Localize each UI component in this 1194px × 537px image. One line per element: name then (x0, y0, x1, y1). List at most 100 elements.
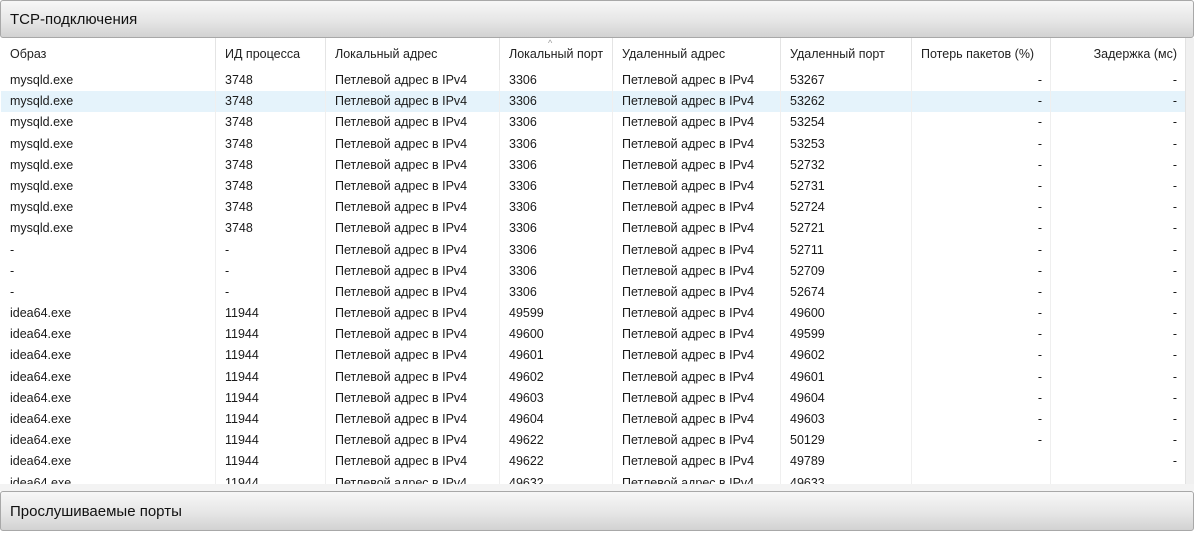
cell-packet-loss: - (912, 239, 1051, 261)
cell-local-port: 49602 (500, 366, 613, 388)
cell-remote-address: Петлевой адрес в IPv4 (613, 472, 781, 484)
table-row[interactable]: idea64.exe 11944 Петлевой адрес в IPv4 4963… (1, 472, 1185, 484)
cell-latency: - (1172, 306, 1177, 321)
table-row[interactable]: idea64.exe 11944 Петлевой адрес в IPv4 4960… (1, 324, 1185, 346)
panel-divider[interactable] (0, 484, 1194, 491)
cell-image: mysqld.exe (1, 218, 216, 240)
cell-local-address: Петлевой адрес в IPv4 (326, 366, 500, 388)
cell-pid: 3748 (216, 133, 326, 155)
table-body: mysqld.exe 3748 Петлевой адрес в IPv4 3306 П… (1, 70, 1185, 484)
cell-local-address: Петлевой адрес в IPv4 (326, 387, 500, 409)
cell-remote-address: Петлевой адрес в IPv4 (613, 175, 781, 198)
cell-local-address: Петлевой адрес в IPv4 (326, 345, 500, 367)
cell-latency (1051, 473, 1185, 484)
table-row[interactable]: mysqld.exe 3748 Петлевой адрес в IPv4 3306 П… (1, 70, 1185, 92)
column-header-pid[interactable]: ИД процесса (216, 38, 326, 70)
cell-local-port: 49604 (500, 409, 613, 431)
cell-local-port: 49601 (500, 345, 613, 367)
cell-image: idea64.exe (1, 451, 216, 473)
column-header-local-port[interactable]: ^ Локальный порт (500, 38, 613, 70)
cell-remote-port: 49604 (781, 387, 912, 409)
cell-packet-loss: - (912, 70, 1051, 92)
cell-remote-port: 52724 (781, 197, 912, 219)
cell-remote-address: Петлевой адрес в IPv4 (613, 303, 781, 325)
cell-packet-loss: - (912, 366, 1051, 388)
cell-latency: - (1172, 369, 1177, 384)
cell-latency: - (1172, 348, 1177, 363)
cell-remote-port: 53262 (781, 91, 912, 113)
cell-local-address: Петлевой адрес в IPv4 (326, 239, 500, 261)
table-row[interactable]: idea64.exe 11944 Петлевой адрес в IPv4 4960… (1, 345, 1185, 367)
cell-pid: 3748 (216, 112, 326, 134)
table-row[interactable]: mysqld.exe 3748 Петлевой адрес в IPv4 3306 П… (1, 154, 1185, 176)
table-row[interactable]: idea64.exe 11944 Петлевой адрес в IPv4 4962… (1, 451, 1185, 473)
cell-local-port: 3306 (500, 70, 613, 92)
table-row[interactable]: idea64.exe 11944 Петлевой адрес в IPv4 4960… (1, 387, 1185, 409)
table-row[interactable]: idea64.exe 11944 Петлевой адрес в IPv4 4959… (1, 303, 1185, 325)
cell-remote-port: 53254 (781, 112, 912, 134)
cell-packet-loss: - (912, 133, 1051, 155)
cell-packet-loss: - (912, 175, 1051, 198)
cell-image: idea64.exe (1, 430, 216, 452)
cell-image: mysqld.exe (1, 133, 216, 155)
listening-ports-title: Прослушиваемые порты (10, 502, 182, 520)
table-row[interactable]: mysqld.exe 3748 Петлевой адрес в IPv4 3306 П… (1, 91, 1185, 113)
cell-local-address: Петлевой адрес в IPv4 (326, 91, 500, 113)
cell-remote-address: Петлевой адрес в IPv4 (613, 239, 781, 261)
vertical-scrollbar[interactable] (1185, 38, 1194, 484)
cell-remote-address: Петлевой адрес в IPv4 (613, 197, 781, 219)
cell-remote-port: 49602 (781, 345, 912, 367)
cell-image: mysqld.exe (1, 175, 216, 198)
cell-remote-address: Петлевой адрес в IPv4 (613, 70, 781, 92)
cell-local-port: 3306 (500, 133, 613, 155)
column-header-remote-port[interactable]: Удаленный порт (781, 38, 912, 70)
table-row[interactable]: mysqld.exe 3748 Петлевой адрес в IPv4 3306 П… (1, 175, 1185, 198)
column-header-latency[interactable]: Задержка (мс) (1051, 38, 1185, 70)
cell-image: mysqld.exe (1, 197, 216, 219)
table-row[interactable]: - - Петлевой адрес в IPv4 3306 Петлевой адре… (1, 239, 1185, 261)
cell-local-address: Петлевой адрес в IPv4 (326, 472, 500, 484)
cell-local-port: 49603 (500, 387, 613, 409)
cell-pid: - (216, 281, 326, 304)
cell-remote-address: Петлевой адрес в IPv4 (613, 112, 781, 134)
table-row[interactable]: mysqld.exe 3748 Петлевой адрес в IPv4 3306 П… (1, 197, 1185, 219)
cell-latency: - (1172, 94, 1177, 109)
cell-pid: 11944 (216, 451, 326, 473)
cell-remote-port: 49601 (781, 366, 912, 388)
cell-pid: 11944 (216, 472, 326, 484)
cell-pid: 11944 (216, 345, 326, 367)
table-row[interactable]: idea64.exe 11944 Петлевой адрес в IPv4 4962… (1, 430, 1185, 452)
tcp-connections-header[interactable]: TCP-подключения (0, 0, 1194, 38)
column-header-image[interactable]: Образ (1, 38, 216, 70)
cell-local-port: 3306 (500, 281, 613, 304)
table-row[interactable]: idea64.exe 11944 Петлевой адрес в IPv4 4960… (1, 366, 1185, 388)
column-header-local-address[interactable]: Локальный адрес (326, 38, 500, 70)
table-row[interactable]: mysqld.exe 3748 Петлевой адрес в IPv4 3306 П… (1, 218, 1185, 240)
column-header-packet-loss[interactable]: Потерь пакетов (%) (912, 38, 1051, 70)
table-row[interactable]: mysqld.exe 3748 Петлевой адрес в IPv4 3306 П… (1, 112, 1185, 134)
listening-ports-header[interactable]: Прослушиваемые порты (0, 491, 1194, 531)
cell-local-port: 3306 (500, 91, 613, 113)
table-row[interactable]: mysqld.exe 3748 Петлевой адрес в IPv4 3306 П… (1, 133, 1185, 155)
tcp-connections-table[interactable]: Образ ИД процесса Локальный адрес ^ Лока… (1, 38, 1185, 484)
cell-local-address: Петлевой адрес в IPv4 (326, 112, 500, 134)
cell-pid: 11944 (216, 409, 326, 431)
cell-remote-address: Петлевой адрес в IPv4 (613, 430, 781, 452)
cell-local-port: 3306 (500, 218, 613, 240)
cell-remote-port: 49603 (781, 409, 912, 431)
cell-latency: - (1172, 200, 1177, 215)
cell-pid: - (216, 239, 326, 261)
cell-image: idea64.exe (1, 366, 216, 388)
cell-remote-address: Петлевой адрес в IPv4 (613, 409, 781, 431)
column-header-remote-address[interactable]: Удаленный адрес (613, 38, 781, 70)
table-row[interactable]: - - Петлевой адрес в IPv4 3306 Петлевой адре… (1, 281, 1185, 304)
cell-packet-loss: - (912, 154, 1051, 176)
table-row[interactable]: idea64.exe 11944 Петлевой адрес в IPv4 4960… (1, 409, 1185, 431)
cell-local-address: Петлевой адрес в IPv4 (326, 218, 500, 240)
cell-latency: - (1172, 390, 1177, 405)
cell-remote-port: 53253 (781, 133, 912, 155)
table-row[interactable]: - - Петлевой адрес в IPv4 3306 Петлевой адре… (1, 260, 1185, 282)
cell-remote-port: 49789 (781, 451, 912, 473)
cell-packet-loss: - (912, 409, 1051, 431)
cell-pid: - (216, 260, 326, 282)
